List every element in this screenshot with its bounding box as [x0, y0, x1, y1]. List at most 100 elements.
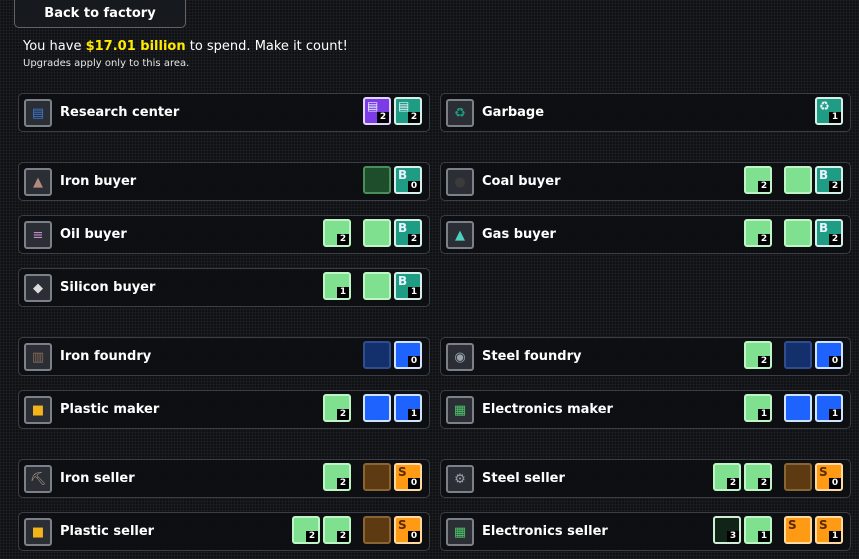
upgrade-level-badge: 1	[758, 409, 770, 420]
upgrade-glyph: ▤	[398, 99, 410, 113]
upgrade-button[interactable]: B1	[394, 272, 422, 300]
building-name: Gas buyer	[482, 227, 556, 242]
upgrade-buttons: B0	[360, 166, 422, 194]
upgrade-buttons: 11	[741, 394, 843, 422]
upgrade-level-badge: 2	[758, 181, 770, 192]
building-name: Plastic maker	[60, 402, 160, 417]
upgrade-button[interactable]	[363, 516, 391, 544]
silicon-icon: ◆	[24, 274, 52, 302]
upgrade-button[interactable]	[784, 219, 812, 247]
upgrade-glyph: S	[788, 518, 797, 532]
upgrade-level-badge: 1	[758, 531, 770, 542]
upgrade-button[interactable]: 1	[744, 516, 772, 544]
electronics-maker-icon: ▦	[446, 396, 474, 424]
upgrade-level-badge: 2	[337, 409, 349, 420]
upgrade-button[interactable]: S0	[394, 516, 422, 544]
building-card-oil-buyer: ≡ Oil buyer 2 B 2	[18, 215, 430, 254]
upgrade-level-badge: 2	[337, 478, 349, 489]
iron-seller-icon: ⛏	[24, 465, 52, 493]
upgrade-button[interactable]	[363, 272, 391, 300]
upgrade-level-badge: 0	[408, 478, 420, 489]
upgrade-button[interactable]: S0	[394, 463, 422, 491]
upgrade-buttons: 2 2 S0	[710, 463, 843, 491]
building-card-iron-seller: ⛏ Iron seller 2 S 0	[18, 459, 430, 498]
upgrade-glyph: B	[398, 168, 408, 182]
upgrade-button[interactable]	[784, 463, 812, 491]
upgrade-button[interactable]: 2	[713, 463, 741, 491]
upgrade-button[interactable]: B0	[394, 166, 422, 194]
building-icon-glyph: ▲	[455, 227, 465, 243]
upgrade-level-badge: 1	[829, 112, 841, 123]
upgrade-button[interactable]	[784, 341, 812, 369]
upgrade-button[interactable]	[784, 394, 812, 422]
upgrade-button[interactable]	[363, 166, 391, 194]
upgrade-level-badge: 2	[829, 234, 841, 245]
upgrade-button[interactable]: 1	[815, 394, 843, 422]
upgrade-button[interactable]: S1	[815, 516, 843, 544]
upgrade-button[interactable]: S	[784, 516, 812, 544]
upgrade-glyph: S	[398, 465, 407, 479]
upgrade-button[interactable]: 1	[744, 394, 772, 422]
upgrade-button[interactable]: ▤ 2	[363, 97, 391, 125]
upgrade-button[interactable]: ♻ 1	[815, 97, 843, 125]
upgrade-level-badge: 0	[408, 181, 420, 192]
upgrade-buttons: 2B2	[320, 219, 422, 247]
upgrade-level-badge: 0	[829, 478, 841, 489]
building-card-steel-seller: ⚙ Steel seller 2 2 S 0	[440, 459, 851, 498]
upgrade-button[interactable]: 2	[323, 219, 351, 247]
building-card-coal-buyer: ● Coal buyer 2 B 2	[440, 162, 851, 201]
electronics-seller-icon: ▦	[446, 518, 474, 546]
upgrade-glyph: B	[819, 168, 829, 182]
upgrade-button[interactable]: 2	[323, 516, 351, 544]
plastic-maker-icon: ■	[24, 396, 52, 424]
upgrade-button[interactable]: 3	[713, 516, 741, 544]
upgrade-button[interactable]	[784, 166, 812, 194]
building-icon-glyph: ◆	[33, 280, 43, 296]
building-name: Plastic seller	[60, 524, 155, 539]
budget-suffix: to spend. Make it count!	[185, 39, 348, 54]
upgrade-level-badge: 2	[408, 234, 420, 245]
upgrade-button[interactable]	[363, 219, 391, 247]
upgrade-level-badge: 0	[829, 356, 841, 367]
building-name: Iron foundry	[60, 349, 152, 364]
upgrade-button[interactable]	[363, 463, 391, 491]
upgrade-button[interactable]: 0	[394, 341, 422, 369]
back-to-factory-button[interactable]: Back to factory	[14, 0, 186, 28]
building-icon-glyph: ♻	[454, 105, 466, 121]
upgrade-button[interactable]: 2	[292, 516, 320, 544]
upgrade-buttons: 2B2	[741, 219, 843, 247]
upgrade-button[interactable]: 0	[815, 341, 843, 369]
upgrade-level-badge: 1	[408, 409, 420, 420]
upgrade-button[interactable]: B2	[815, 166, 843, 194]
building-icon-glyph: ■	[31, 524, 45, 540]
research-center-icon: ▤	[24, 99, 52, 127]
upgrade-level-badge: 2	[337, 234, 349, 245]
upgrade-glyph: B	[398, 274, 408, 288]
upgrade-button[interactable]	[363, 394, 391, 422]
upgrade-button[interactable]: 2	[744, 463, 772, 491]
upgrade-button[interactable]: B2	[394, 219, 422, 247]
upgrade-button[interactable]	[363, 341, 391, 369]
building-name: Oil buyer	[60, 227, 127, 242]
building-card-plastic-maker: ■ Plastic maker 2 1	[18, 390, 430, 429]
iron-ore-icon: ▲	[24, 168, 52, 196]
upgrade-button[interactable]: 1	[323, 272, 351, 300]
upgrade-level-badge: 1	[829, 409, 841, 420]
upgrade-level-badge: 2	[758, 356, 770, 367]
upgrade-button[interactable]: 2	[744, 166, 772, 194]
building-icon-glyph: ▦	[453, 524, 467, 540]
upgrade-button[interactable]: 2	[744, 341, 772, 369]
upgrade-level-badge: 2	[408, 112, 420, 123]
upgrade-buttons: 2 S0	[320, 463, 422, 491]
upgrade-button[interactable]: 2	[323, 394, 351, 422]
upgrade-level-badge: 2	[306, 531, 318, 542]
upgrade-button[interactable]: S0	[815, 463, 843, 491]
upgrade-button[interactable]: ▤ 2	[394, 97, 422, 125]
upgrade-button[interactable]: 2	[744, 219, 772, 247]
upgrade-level-badge: 1	[408, 287, 420, 298]
upgrade-button[interactable]: 1	[394, 394, 422, 422]
upgrade-button[interactable]: 2	[323, 463, 351, 491]
building-name: Research center	[60, 105, 180, 120]
upgrade-button[interactable]: B2	[815, 219, 843, 247]
upgrade-level-badge: 2	[758, 234, 770, 245]
